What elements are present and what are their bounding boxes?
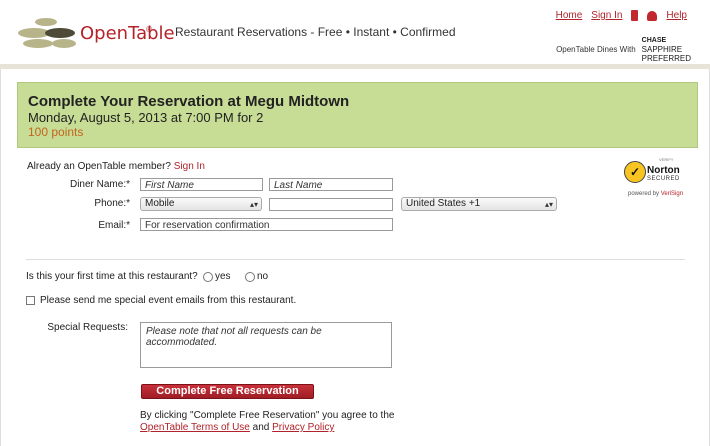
tagline: Restaurant Reservations - Free • Instant… <box>175 25 456 39</box>
terms-of-use-link[interactable]: OpenTable Terms of Use <box>140 422 250 433</box>
last-name-input[interactable]: Last Name <box>269 178 393 191</box>
yes-label: yes <box>215 271 231 282</box>
summary-title: Complete Your Reservation at Megu Midtow… <box>28 93 350 110</box>
agree-text: By clicking "Complete Free Reservation" … <box>140 410 395 421</box>
member-prompt-text: Already an OpenTable member? <box>27 161 171 172</box>
agree-links: OpenTable Terms of Use and Privacy Polic… <box>140 422 334 433</box>
special-requests-textarea[interactable]: Please note that not all requests can be… <box>140 322 392 368</box>
verisign-text: VeriSign <box>660 191 684 197</box>
diner-name-label: Diner Name:* <box>69 179 130 190</box>
email-input[interactable]: For reservation confirmation <box>140 218 393 231</box>
brand-mark: ® <box>146 25 152 34</box>
country-code-select[interactable]: United States +1 ▴▾ <box>401 197 557 211</box>
phone-type-value: Mobile <box>145 198 175 209</box>
norton-secured-badge[interactable]: VERIFY ✓ Norton SECURED powered by VeriS… <box>621 157 691 199</box>
norton-powered-by: powered by VeriSign <box>628 191 683 197</box>
country-code-value: United States +1 <box>406 198 481 209</box>
first-time-question: Is this your first time at this restaura… <box>26 271 198 282</box>
sponsor-banner[interactable]: OpenTable Dines With CHASE SAPPHIRE PREF… <box>556 36 691 63</box>
member-sign-in-link[interactable]: Sign In <box>174 161 205 172</box>
logo-dots-icon <box>18 18 80 48</box>
mobile-phone-icon[interactable] <box>631 10 639 21</box>
reservation-summary: Complete Your Reservation at Megu Midtow… <box>17 82 698 148</box>
section-divider <box>26 259 685 260</box>
sponsor-line-3: PREFERRED <box>641 54 691 63</box>
sponsor-line-2: SAPPHIRE <box>641 45 683 54</box>
phone-number-input[interactable] <box>269 198 393 211</box>
email-label: Email:* <box>98 220 130 231</box>
agree-and: and <box>252 422 270 433</box>
top-links: Home Sign In Help <box>556 10 687 21</box>
phone-type-select[interactable]: Mobile ▴▾ <box>140 197 262 211</box>
help-link[interactable]: Help <box>666 10 687 21</box>
sponsor-line-1: CHASE <box>641 37 667 44</box>
sign-in-link[interactable]: Sign In <box>591 10 622 21</box>
complete-reservation-button[interactable]: Complete Free Reservation <box>141 384 314 399</box>
first-time-yes-radio[interactable] <box>203 272 213 282</box>
opentable-logo[interactable]: OpenTable ® <box>18 14 175 52</box>
android-icon[interactable] <box>647 10 658 21</box>
no-label: no <box>257 271 269 282</box>
norton-name: Norton <box>647 165 680 176</box>
first-time-no-radio[interactable] <box>245 272 255 282</box>
sponsor-prefix: OpenTable Dines With <box>556 45 636 54</box>
special-emails-label: Please send me special event emails from… <box>40 295 297 306</box>
norton-check-icon: ✓ <box>624 161 646 183</box>
brand-name: OpenTable <box>80 23 175 44</box>
special-requests-label: Special Requests: <box>47 322 128 333</box>
special-emails-checkbox[interactable] <box>26 296 35 305</box>
norton-secured-text: SECURED <box>647 176 680 182</box>
norton-powered-text: powered by <box>628 191 660 197</box>
select-arrows-icon: ▴▾ <box>544 200 553 209</box>
member-prompt: Already an OpenTable member? Sign In <box>27 161 205 172</box>
privacy-policy-link[interactable]: Privacy Policy <box>272 422 334 433</box>
page-header: OpenTable ® Restaurant Reservations - Fr… <box>0 0 710 64</box>
home-link[interactable]: Home <box>556 10 583 21</box>
chase-sapphire-logo: CHASE SAPPHIRE PREFERRED <box>642 36 691 63</box>
select-arrows-icon: ▴▾ <box>249 200 258 209</box>
summary-points: 100 points <box>28 125 84 139</box>
summary-date: Monday, August 5, 2013 at 7:00 PM for 2 <box>28 110 264 125</box>
norton-verify: VERIFY <box>659 157 674 162</box>
first-name-input[interactable]: First Name <box>140 178 263 191</box>
phone-label: Phone:* <box>94 198 130 209</box>
